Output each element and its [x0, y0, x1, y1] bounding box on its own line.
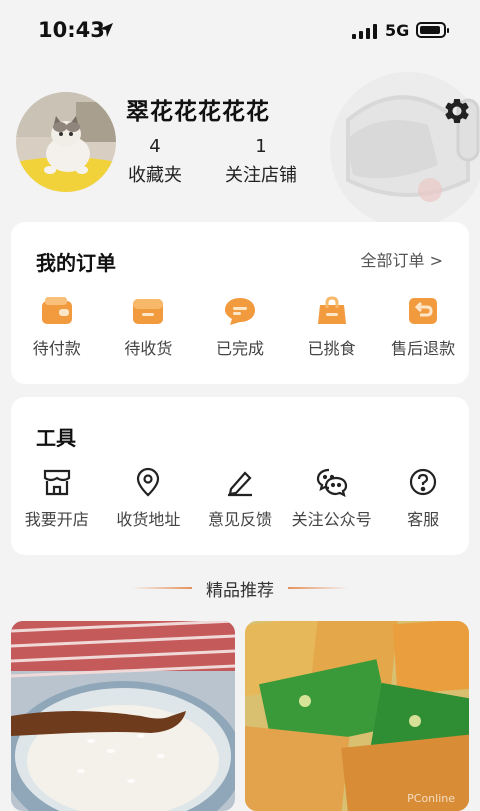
order-refund-label: 售后退款 — [391, 339, 456, 358]
recommend-header: 精品推荐 — [0, 576, 480, 601]
watermark: PConline — [407, 792, 455, 805]
package-icon — [133, 299, 164, 324]
order-status-row: 待付款 待收货 已完成 已挑食 售后退款 — [11, 294, 469, 359]
stat-followed-shops[interactable]: 1 关注店铺 — [222, 136, 300, 187]
followed-shops-label: 关注店铺 — [225, 165, 297, 186]
tools-card: 工具 我要开店 收货地址 意见反馈 关注公众号 客服 — [11, 397, 469, 555]
cat-photo — [16, 92, 116, 192]
chat-bubble-icon — [224, 298, 255, 325]
store-icon — [43, 469, 70, 496]
followed-shops-count: 1 — [255, 136, 267, 157]
recommend-divider-right — [288, 587, 348, 589]
orders-title: 我的订单 — [36, 251, 116, 275]
settings-gear-icon[interactable] — [442, 96, 472, 126]
refund-icon — [409, 298, 438, 324]
pencil-icon — [227, 471, 252, 497]
tools-title: 工具 — [36, 426, 76, 450]
avatar[interactable] — [16, 92, 116, 192]
tools-row: 我要开店 收货地址 意见反馈 关注公众号 客服 — [11, 465, 469, 530]
tool-customer-service[interactable]: 客服 — [377, 465, 469, 530]
tool-open-store[interactable]: 我要开店 — [11, 465, 103, 530]
battery-icon — [416, 22, 449, 38]
rice-product-image — [11, 621, 235, 811]
order-completed[interactable]: 已完成 — [194, 294, 286, 359]
order-picked[interactable]: 已挑食 — [286, 294, 378, 359]
order-pending-receipt[interactable]: 待收货 — [103, 294, 195, 359]
tool-customer-service-label: 客服 — [407, 510, 440, 529]
wallet-icon — [41, 297, 72, 324]
status-bar: 10:43 5G — [0, 0, 480, 62]
tool-open-store-label: 我要开店 — [24, 510, 89, 529]
recommend-title: 精品推荐 — [206, 581, 274, 601]
order-pending-receipt-label: 待收货 — [124, 339, 173, 358]
tool-shipping-address[interactable]: 收货地址 — [103, 465, 195, 530]
signal-icon — [352, 24, 377, 39]
help-icon — [410, 468, 437, 496]
shopping-bag-icon — [317, 296, 346, 324]
order-completed-label: 已完成 — [215, 339, 264, 358]
stat-favorites[interactable]: 4 收藏夹 — [126, 136, 184, 187]
recommend-divider-left — [132, 587, 192, 589]
favorites-label: 收藏夹 — [128, 165, 182, 186]
astronaut-mascot-icon — [330, 72, 480, 228]
tool-follow-official-account[interactable]: 关注公众号 — [286, 465, 378, 530]
favorites-count: 4 — [149, 136, 161, 157]
my-orders-card: 我的订单 全部订单 > 待付款 待收货 已完成 已挑食 售后退款 — [11, 222, 469, 384]
order-picked-label: 已挑食 — [307, 339, 356, 358]
location-pin-icon — [137, 467, 160, 497]
tool-feedback[interactable]: 意见反馈 — [194, 465, 286, 530]
product-card-rice[interactable] — [11, 621, 235, 811]
order-refund[interactable]: 售后退款 — [377, 294, 469, 359]
all-orders-link[interactable]: 全部订单 > — [361, 247, 444, 271]
location-arrow-icon — [99, 23, 113, 37]
order-pending-payment[interactable]: 待付款 — [11, 294, 103, 359]
username: 翠花花花花花 — [126, 99, 270, 125]
wechat-icon — [316, 468, 347, 497]
order-pending-payment-label: 待付款 — [32, 339, 81, 358]
network-type: 5G — [385, 21, 410, 40]
status-time: 10:43 — [38, 18, 105, 42]
tool-feedback-label: 意见反馈 — [207, 510, 272, 529]
snack-product-image — [245, 621, 469, 811]
tool-shipping-address-label: 收货地址 — [116, 510, 181, 529]
product-card-snack[interactable]: PConline — [245, 621, 469, 811]
tool-follow-official-account-label: 关注公众号 — [291, 510, 372, 529]
